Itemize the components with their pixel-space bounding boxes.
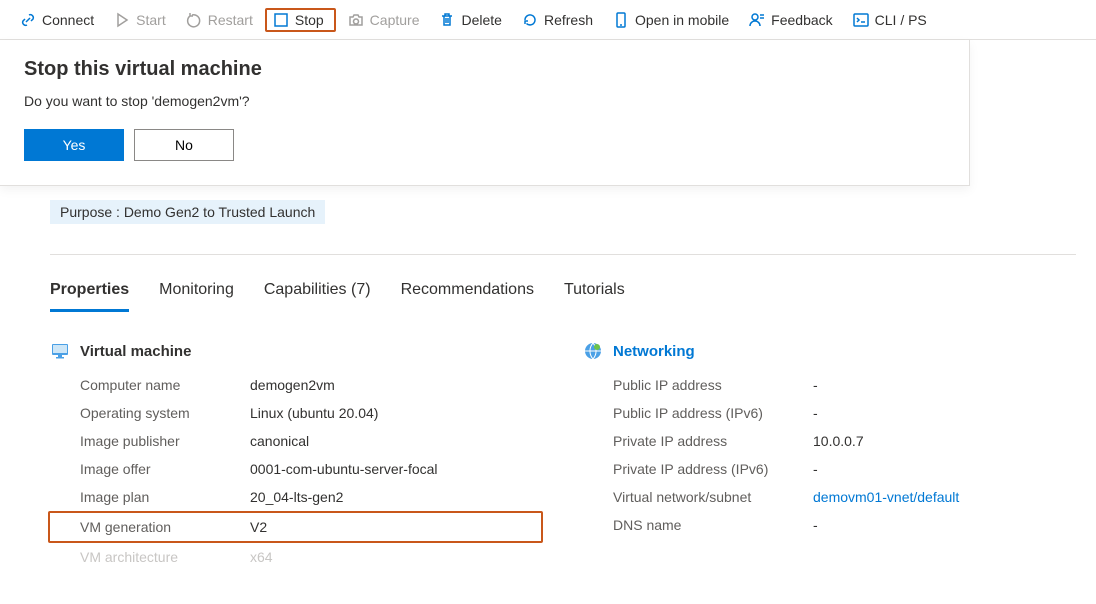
publisher-value: canonical (250, 433, 309, 449)
priv-ip-value: 10.0.0.7 (813, 433, 864, 449)
capture-label: Capture (370, 12, 420, 28)
os-value: Linux (ubuntu 20.04) (250, 405, 378, 421)
row-dns: DNS name - (583, 511, 1076, 539)
tab-properties[interactable]: Properties (50, 275, 129, 312)
tab-tutorials[interactable]: Tutorials (564, 275, 625, 312)
restart-button: Restart (178, 8, 261, 32)
feedback-button[interactable]: Feedback (741, 8, 840, 32)
row-vm-arch: VM architecture x64 (50, 543, 543, 571)
refresh-button[interactable]: Refresh (514, 8, 601, 32)
stop-vm-dialog: Stop this virtual machine Do you want to… (0, 40, 970, 186)
row-priv-ip6: Private IP address (IPv6) - (583, 455, 1076, 483)
gen-value: V2 (250, 519, 267, 535)
dialog-message: Do you want to stop 'demogen2vm'? (24, 93, 945, 109)
stop-button[interactable]: Stop (265, 8, 336, 32)
stop-label: Stop (295, 12, 324, 28)
connect-button[interactable]: Connect (12, 8, 102, 32)
priv-ip-label: Private IP address (583, 433, 813, 449)
tab-capabilities[interactable]: Capabilities (7) (264, 275, 371, 312)
plan-label: Image plan (50, 489, 250, 505)
connect-icon (20, 12, 36, 28)
arch-label: VM architecture (50, 549, 250, 565)
offer-value: 0001-com-ubuntu-server-focal (250, 461, 438, 477)
purpose-tag: Purpose : Demo Gen2 to Trusted Launch (50, 200, 325, 224)
pub-ip-label: Public IP address (583, 377, 813, 393)
computer-name-value: demogen2vm (250, 377, 335, 393)
terminal-icon (853, 12, 869, 28)
mobile-icon (613, 12, 629, 28)
start-label: Start (136, 12, 166, 28)
tab-monitoring[interactable]: Monitoring (159, 275, 234, 312)
yes-button[interactable]: Yes (24, 129, 124, 161)
offer-label: Image offer (50, 461, 250, 477)
arch-value: x64 (250, 549, 273, 565)
os-label: Operating system (50, 405, 250, 421)
plan-value: 20_04-lts-gen2 (250, 489, 343, 505)
stop-icon (273, 12, 289, 28)
computer-name-label: Computer name (50, 377, 250, 393)
feedback-icon (749, 12, 765, 28)
feedback-label: Feedback (771, 12, 832, 28)
dialog-title: Stop this virtual machine (24, 58, 945, 81)
tab-recommendations[interactable]: Recommendations (401, 275, 534, 312)
net-header-text: Networking (613, 343, 695, 360)
networking-section: Networking Public IP address - Public IP… (583, 341, 1076, 571)
refresh-label: Refresh (544, 12, 593, 28)
row-pub-ip: Public IP address - (583, 371, 1076, 399)
properties-columns: Virtual machine Computer name demogen2vm… (50, 341, 1076, 571)
row-os: Operating system Linux (ubuntu 20.04) (50, 399, 543, 427)
row-priv-ip: Private IP address 10.0.0.7 (583, 427, 1076, 455)
row-vm-generation: VM generation V2 (48, 511, 543, 543)
cli-ps-button[interactable]: CLI / PS (845, 8, 935, 32)
publisher-label: Image publisher (50, 433, 250, 449)
toolbar: Connect Start Restart Stop Capture Delet… (0, 0, 1096, 40)
priv-ip6-value: - (813, 461, 818, 477)
restart-icon (186, 12, 202, 28)
divider (50, 254, 1076, 255)
trash-icon (439, 12, 455, 28)
refresh-icon (522, 12, 538, 28)
cli-ps-label: CLI / PS (875, 12, 927, 28)
vm-section-header: Virtual machine (50, 341, 543, 361)
row-vnet: Virtual network/subnet demovm01-vnet/def… (583, 483, 1076, 511)
delete-button[interactable]: Delete (431, 8, 509, 32)
vm-section: Virtual machine Computer name demogen2vm… (50, 341, 543, 571)
dns-value: - (813, 517, 818, 533)
open-mobile-label: Open in mobile (635, 12, 729, 28)
row-publisher: Image publisher canonical (50, 427, 543, 455)
start-button: Start (106, 8, 174, 32)
dns-label: DNS name (583, 517, 813, 533)
no-button[interactable]: No (134, 129, 234, 161)
pub-ip6-label: Public IP address (IPv6) (583, 405, 813, 421)
restart-label: Restart (208, 12, 253, 28)
vnet-value[interactable]: demovm01-vnet/default (813, 489, 959, 505)
row-plan: Image plan 20_04-lts-gen2 (50, 483, 543, 511)
globe-icon (583, 341, 603, 361)
row-offer: Image offer 0001-com-ubuntu-server-focal (50, 455, 543, 483)
networking-section-header[interactable]: Networking (583, 341, 1076, 361)
connect-label: Connect (42, 12, 94, 28)
tabs: Properties Monitoring Capabilities (7) R… (50, 275, 1076, 313)
monitor-icon (50, 341, 70, 361)
pub-ip-value: - (813, 377, 818, 393)
vm-header-text: Virtual machine (80, 343, 191, 360)
priv-ip6-label: Private IP address (IPv6) (583, 461, 813, 477)
open-mobile-button[interactable]: Open in mobile (605, 8, 737, 32)
row-computer-name: Computer name demogen2vm (50, 371, 543, 399)
dialog-buttons: Yes No (24, 129, 945, 161)
vnet-label: Virtual network/subnet (583, 489, 813, 505)
capture-button: Capture (340, 8, 428, 32)
play-icon (114, 12, 130, 28)
capture-icon (348, 12, 364, 28)
row-pub-ip6: Public IP address (IPv6) - (583, 399, 1076, 427)
pub-ip6-value: - (813, 405, 818, 421)
delete-label: Delete (461, 12, 501, 28)
gen-label: VM generation (50, 519, 250, 535)
